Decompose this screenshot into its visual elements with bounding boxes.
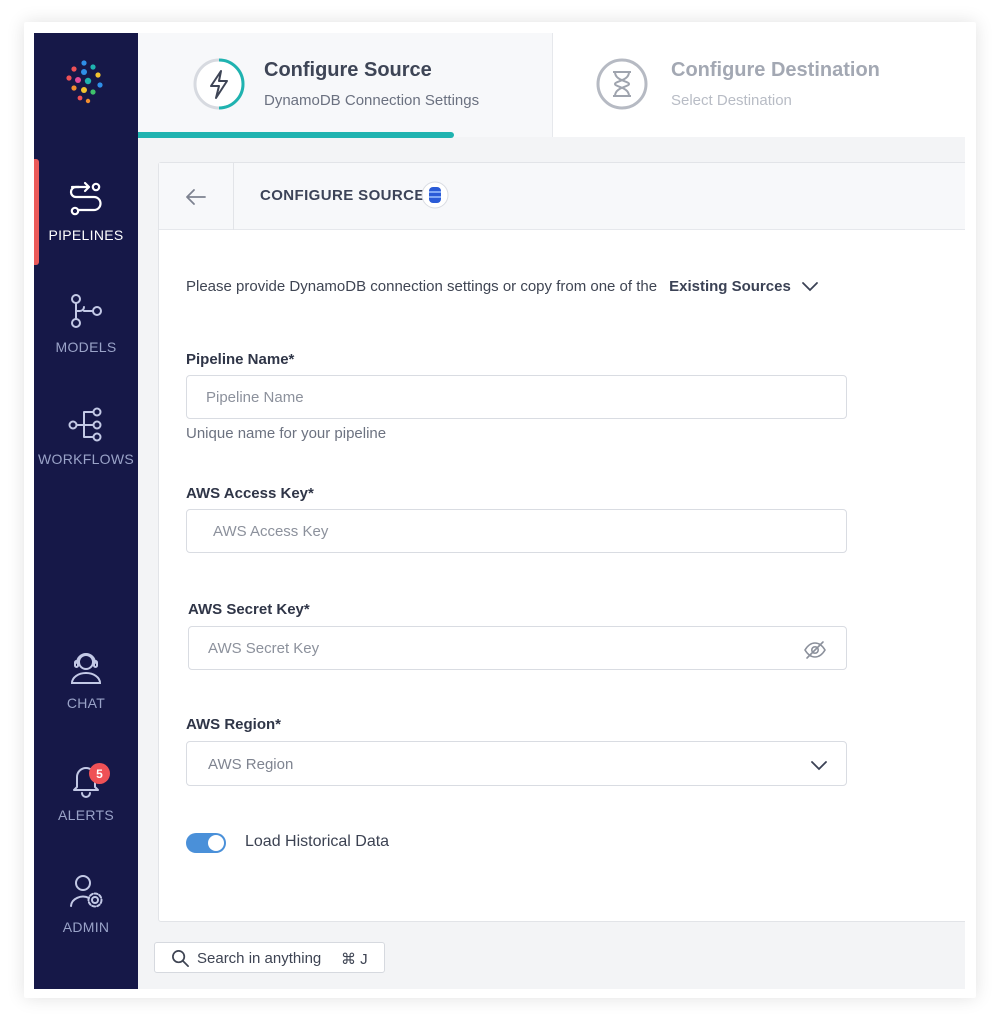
pipelines-icon [66, 179, 106, 219]
sidebar-item-chat[interactable]: CHAT [34, 631, 138, 735]
existing-sources-dropdown[interactable]: Existing Sources [669, 277, 819, 295]
secret-key-input[interactable] [188, 626, 847, 670]
pipeline-name-help: Unique name for your pipeline [186, 425, 387, 442]
search-shortcut: ⌘ J [341, 951, 368, 968]
workflows-icon [66, 403, 106, 443]
step-configure-source[interactable]: Configure Source DynamoDB Connection Set… [138, 33, 552, 138]
step-title: Configure Destination [671, 59, 880, 81]
intro-text: Please provide DynamoDB connection setti… [186, 277, 819, 295]
alerts-badge: 5 [89, 763, 110, 784]
region-label: AWS Region* [186, 716, 282, 733]
card-header: CONFIGURE SOURCE [159, 163, 965, 230]
sidebar-item-admin[interactable]: ADMIN [34, 855, 138, 959]
search-icon [172, 950, 189, 967]
arrow-left-icon [186, 188, 206, 205]
sidebar-item-label: PIPELINES [48, 227, 124, 243]
historical-data-toggle[interactable] [186, 833, 226, 853]
dynamodb-icon [421, 181, 449, 209]
logo-icon [66, 60, 103, 104]
access-key-input[interactable] [186, 509, 847, 553]
models-icon [66, 291, 106, 331]
pipeline-name-label: Pipeline Name* [186, 351, 295, 368]
admin-icon [66, 871, 106, 911]
pipeline-name-input[interactable] [186, 375, 847, 419]
sidebar-item-alerts[interactable]: 5 ALERTS [34, 743, 138, 847]
sidebar-item-models[interactable]: MODELS [34, 275, 138, 379]
search-placeholder: Search in anything [197, 950, 322, 967]
step-progress-bar [138, 132, 454, 138]
historical-data-label: Load Historical Data [245, 833, 390, 850]
step-configure-destination[interactable]: Configure Destination Select Destination [552, 33, 965, 137]
global-search[interactable]: Search in anything ⌘ J [154, 942, 385, 973]
sidebar: PIPELINES MODELS WORKFLOWS CHAT 5 ALERTS… [34, 33, 138, 989]
configure-source-card: CONFIGURE SOURCE Please provide DynamoDB… [158, 162, 965, 922]
chevron-down-icon [801, 282, 818, 292]
step-subtitle: Select Destination [671, 92, 792, 109]
back-button[interactable] [159, 163, 234, 230]
stepper: Configure Source DynamoDB Connection Set… [138, 33, 965, 138]
step-title: Configure Source [264, 59, 432, 81]
access-key-label: AWS Access Key* [186, 485, 314, 502]
step-subtitle: DynamoDB Connection Settings [264, 92, 480, 109]
sidebar-item-label: WORKFLOWS [37, 451, 135, 467]
toggle-knob [208, 835, 224, 851]
sidebar-item-label: ALERTS [57, 807, 114, 823]
sidebar-item-pipelines[interactable]: PIPELINES [34, 159, 138, 267]
sidebar-item-workflows[interactable]: WORKFLOWS [34, 387, 138, 491]
intro-label: Please provide DynamoDB connection setti… [186, 277, 658, 295]
sidebar-item-label: CHAT [66, 695, 106, 711]
app-window: PIPELINES MODELS WORKFLOWS CHAT 5 ALERTS… [34, 33, 965, 989]
region-select[interactable]: AWS Region [186, 741, 847, 786]
region-select-value: AWS Region [208, 756, 294, 773]
sidebar-item-label: MODELS [55, 339, 117, 355]
secret-key-label: AWS Secret Key* [188, 601, 310, 618]
hourglass-icon [596, 58, 648, 110]
hide-password-icon[interactable] [803, 638, 827, 662]
sidebar-item-label: ADMIN [62, 919, 110, 935]
lightning-icon [193, 58, 245, 110]
chevron-down-icon [811, 761, 827, 771]
chat-icon [66, 647, 106, 687]
card-title: CONFIGURE SOURCE [260, 187, 425, 204]
existing-sources-label: Existing Sources [669, 277, 791, 295]
